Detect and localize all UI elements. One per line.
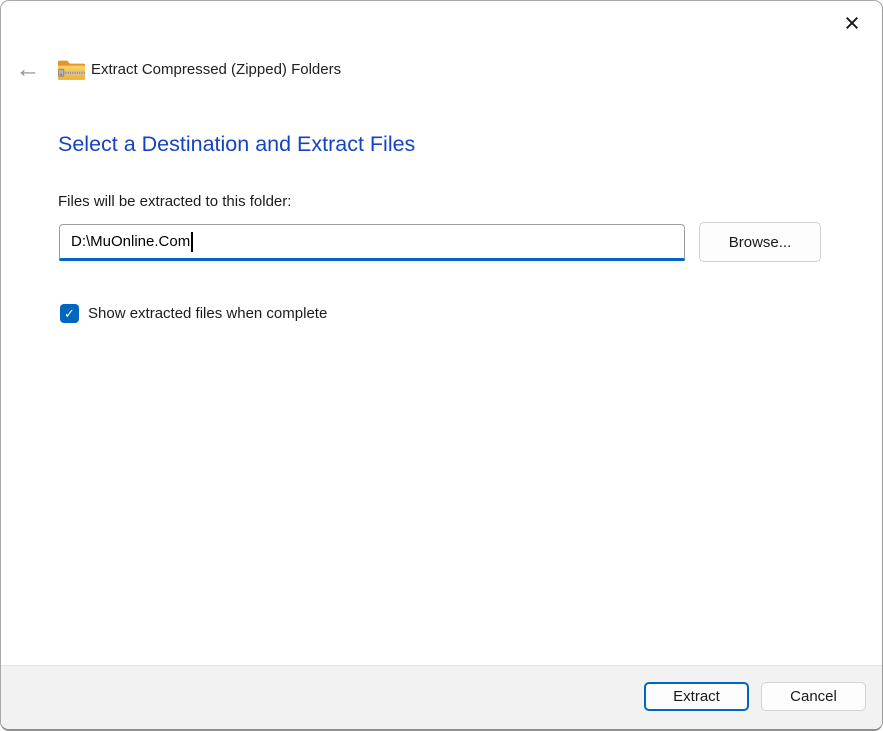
- browse-button[interactable]: Browse...: [699, 222, 821, 262]
- extract-wizard-dialog: × ← Extract Compressed (Zipped) Folders …: [0, 0, 883, 731]
- text-caret: [191, 232, 193, 252]
- page-heading: Select a Destination and Extract Files: [58, 132, 415, 157]
- zipped-folder-icon: [57, 57, 86, 83]
- destination-path-input[interactable]: D:\MuOnline.Com: [59, 224, 685, 261]
- show-extracted-checkbox[interactable]: ✓: [60, 304, 79, 323]
- checkmark-icon: ✓: [64, 307, 75, 320]
- close-icon[interactable]: ×: [834, 6, 870, 40]
- extract-button[interactable]: Extract: [644, 682, 749, 711]
- back-arrow-icon[interactable]: ←: [12, 54, 44, 84]
- dialog-title: Extract Compressed (Zipped) Folders: [91, 61, 341, 78]
- cancel-button[interactable]: Cancel: [761, 682, 866, 711]
- show-extracted-label[interactable]: Show extracted files when complete: [88, 305, 327, 322]
- show-extracted-option: ✓ Show extracted files when complete: [60, 304, 327, 323]
- dialog-footer: Extract Cancel: [1, 665, 882, 729]
- destination-label: Files will be extracted to this folder:: [58, 193, 291, 210]
- destination-path-value: D:\MuOnline.Com: [71, 233, 190, 250]
